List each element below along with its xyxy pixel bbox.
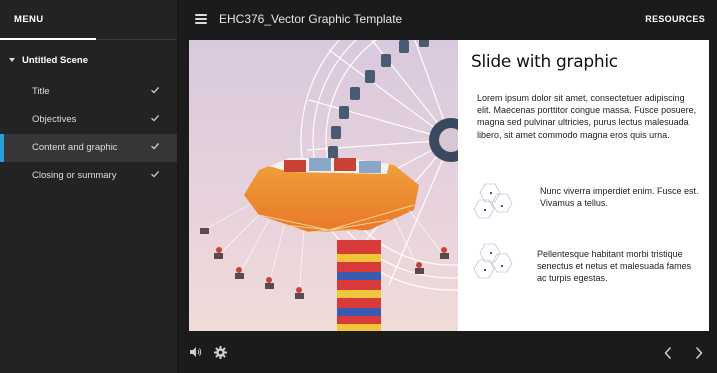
sidebar-item-label: Objectives bbox=[32, 114, 77, 125]
hexagon-network-icon bbox=[473, 243, 513, 279]
player-controls bbox=[179, 335, 717, 373]
menu-header: MENU bbox=[0, 0, 177, 40]
hexagon-network-icon bbox=[473, 183, 513, 219]
sidebar-item-label: Closing or summary bbox=[32, 170, 117, 181]
scene-title: Untitled Scene bbox=[22, 55, 88, 66]
caret-down-icon bbox=[9, 58, 15, 62]
chevron-right-icon[interactable] bbox=[694, 346, 704, 360]
active-indicator bbox=[0, 134, 4, 162]
bullet-text-1: Nunc viverra imperdiet enim. Fusce est. … bbox=[540, 186, 699, 209]
hamburger-icon[interactable] bbox=[195, 14, 207, 24]
top-bar: EHC376_Vector Graphic Template RESOURCES bbox=[179, 0, 717, 40]
bullet-text-2: Pellentesque habitant morbi tristique se… bbox=[537, 249, 692, 284]
checkmark-icon bbox=[151, 142, 160, 150]
resources-button[interactable]: RESOURCES bbox=[645, 14, 705, 24]
sidebar-item-title[interactable]: Title bbox=[0, 78, 177, 106]
ferris-wheel-photo bbox=[189, 40, 458, 331]
scene-toggle[interactable]: Untitled Scene bbox=[0, 40, 177, 78]
sidebar-item-label: Title bbox=[32, 86, 50, 97]
sidebar-item-closing-or-summary[interactable]: Closing or summary bbox=[0, 162, 177, 190]
slide-canvas: Slide with graphic Lorem ipsum dolor sit… bbox=[189, 40, 709, 331]
checkmark-icon bbox=[151, 86, 160, 94]
sidebar-menu: MENU Untitled Scene Title Objectives Con… bbox=[0, 0, 178, 373]
slide-title: Slide with graphic bbox=[471, 52, 618, 72]
sidebar-item-label: Content and graphic bbox=[32, 142, 118, 153]
menu-tab[interactable]: MENU bbox=[14, 14, 44, 25]
sidebar-item-content-and-graphic[interactable]: Content and graphic bbox=[0, 134, 177, 162]
sidebar-item-objectives[interactable]: Objectives bbox=[0, 106, 177, 134]
gear-icon[interactable] bbox=[214, 346, 227, 359]
checkmark-icon bbox=[151, 170, 160, 178]
course-title: EHC376_Vector Graphic Template bbox=[219, 12, 403, 26]
chevron-left-icon[interactable] bbox=[663, 346, 673, 360]
slide-paragraph: Lorem ipsum dolor sit amet, consectetuer… bbox=[477, 93, 697, 140]
checkmark-icon bbox=[151, 114, 160, 122]
volume-icon[interactable] bbox=[189, 346, 203, 358]
